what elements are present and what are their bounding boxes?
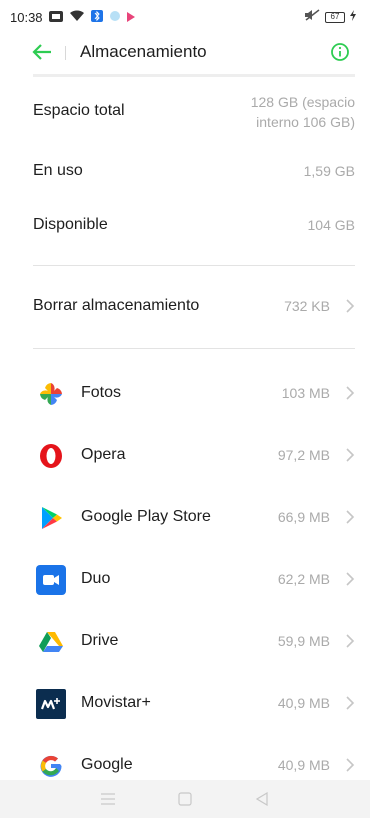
app-name: Movistar+	[81, 694, 151, 711]
app-header: Almacenamiento	[0, 34, 370, 70]
chevron-right-icon	[346, 696, 355, 710]
chevron-right-icon	[346, 386, 355, 400]
divider	[33, 348, 355, 349]
used-space-label: En uso	[33, 162, 83, 179]
app-row-google-play-store[interactable]: Google Play Store 66,9 MB	[0, 495, 370, 539]
used-space-row: En uso 1,59 GB	[0, 160, 370, 184]
status-time: 10:38	[10, 9, 43, 25]
total-space-label: Espacio total	[33, 102, 125, 119]
divider	[33, 265, 355, 266]
bluetooth-app-icon	[90, 9, 103, 25]
app-size: 97,2 MB	[277, 447, 330, 463]
opera-icon	[40, 444, 62, 468]
back-button[interactable]	[32, 42, 54, 62]
app-row-drive[interactable]: Drive 59,9 MB	[0, 619, 370, 663]
chevron-right-icon	[346, 510, 355, 524]
app-size: 40,9 MB	[277, 695, 330, 711]
back-triangle-icon	[255, 792, 268, 806]
battery-icon: 67	[325, 11, 345, 23]
header-divider	[65, 46, 66, 60]
app-name: Opera	[81, 446, 126, 463]
info-button[interactable]	[330, 42, 350, 62]
app-name: Google	[81, 756, 133, 773]
drive-icon	[39, 632, 63, 652]
app-row-movistar-plus[interactable]: Movistar+ 40,9 MB	[0, 681, 370, 725]
app-size: 40,9 MB	[277, 757, 330, 773]
chevron-right-icon	[346, 758, 355, 772]
clear-storage-row[interactable]: Borrar almacenamiento 732 KB	[0, 284, 370, 328]
app-notification-icon	[109, 10, 121, 25]
app-name: Fotos	[81, 384, 122, 401]
status-right: 67	[304, 8, 356, 26]
back-arrow-icon	[32, 44, 51, 60]
google-icon	[40, 755, 62, 777]
movistar-plus-icon	[36, 689, 66, 719]
available-space-value: 104 GB	[307, 217, 355, 233]
home-button[interactable]	[175, 789, 195, 809]
wifi-icon	[69, 9, 85, 25]
app-size: 103 MB	[281, 385, 330, 401]
chevron-right-icon	[346, 448, 355, 462]
app-size: 66,9 MB	[277, 509, 330, 525]
system-navigation-bar	[0, 780, 370, 818]
total-space-value-line2: interno 106 GB)	[256, 114, 355, 130]
duo-icon	[36, 565, 66, 595]
chevron-right-icon	[346, 572, 355, 586]
app-row-opera[interactable]: Opera 97,2 MB	[0, 433, 370, 477]
total-space-row: Espacio total 128 GB (espacio interno 10…	[0, 92, 370, 134]
back-nav-button[interactable]	[252, 789, 272, 809]
mute-icon	[304, 8, 320, 26]
clear-storage-label: Borrar almacenamiento	[33, 297, 200, 314]
status-left: 10:38	[10, 9, 135, 25]
app-name: Duo	[81, 570, 111, 587]
clear-storage-value: 732 KB	[284, 298, 330, 314]
total-space-value-line1: 128 GB (espacio	[250, 94, 355, 110]
page-title: Almacenamiento	[80, 42, 207, 61]
google-photos-icon	[40, 383, 62, 405]
message-icon	[48, 10, 63, 25]
chevron-right-icon	[346, 634, 355, 648]
total-space-value: 128 GB (espacio interno 106 GB)	[251, 92, 355, 132]
charging-icon	[350, 8, 356, 26]
header-separator	[33, 74, 355, 77]
status-bar: 10:38 67	[0, 0, 370, 34]
menu-icon	[101, 793, 116, 805]
available-space-row: Disponible 104 GB	[0, 214, 370, 238]
used-space-value: 1,59 GB	[303, 163, 355, 179]
play-notification-icon	[126, 10, 135, 25]
home-square-icon	[178, 792, 192, 806]
recents-button[interactable]	[98, 789, 118, 809]
available-space-label: Disponible	[33, 216, 108, 233]
app-row-duo[interactable]: Duo 62,2 MB	[0, 557, 370, 601]
app-name: Drive	[81, 632, 119, 649]
app-name: Google Play Store	[81, 508, 211, 525]
info-icon	[331, 43, 349, 61]
play-store-icon	[42, 507, 62, 529]
app-size: 59,9 MB	[277, 633, 330, 649]
app-size: 62,2 MB	[277, 571, 330, 587]
app-row-fotos[interactable]: Fotos 103 MB	[0, 371, 370, 415]
chevron-right-icon	[346, 299, 355, 313]
